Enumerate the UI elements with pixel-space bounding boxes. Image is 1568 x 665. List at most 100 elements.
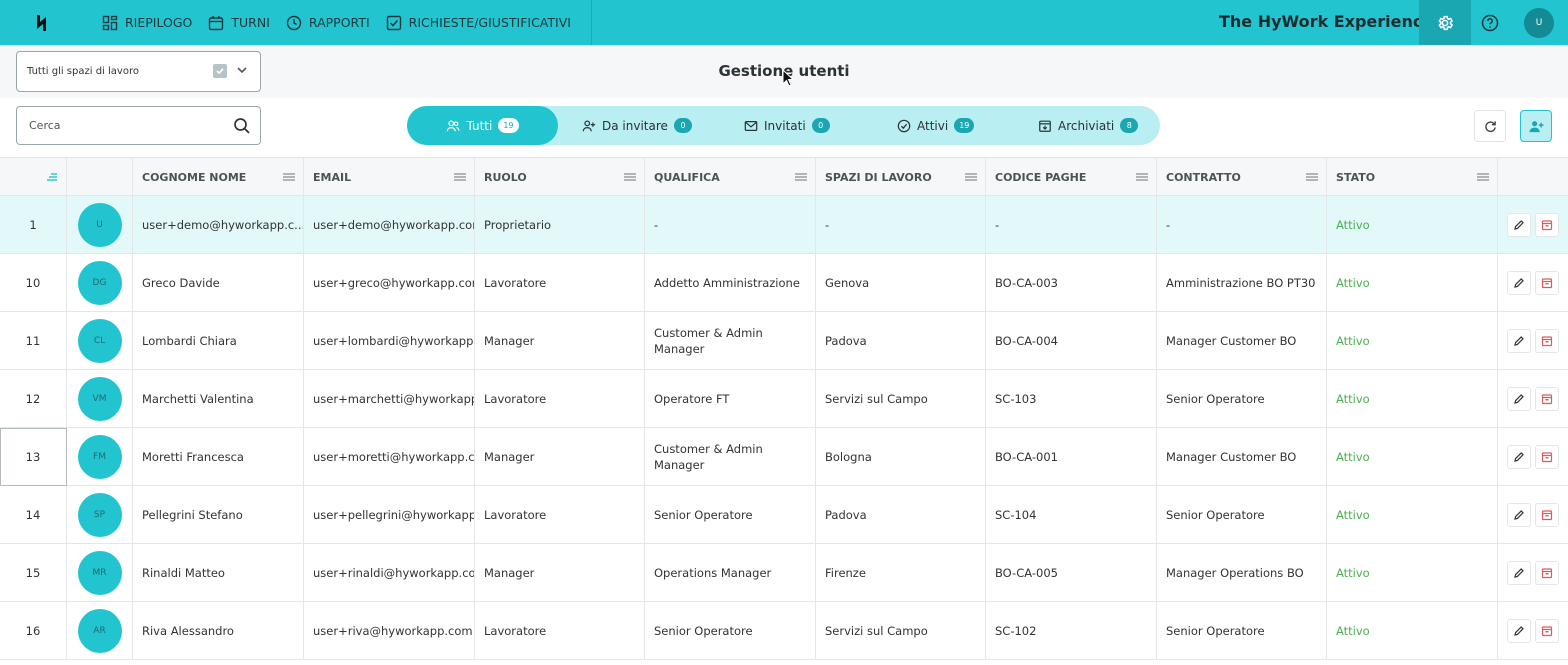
avatar-cell[interactable]: SP (67, 486, 133, 544)
user-contract-cell[interactable]: Senior Operatore (1157, 486, 1327, 544)
column-menu-icon[interactable] (1477, 173, 1489, 181)
avatar-cell[interactable]: AR (67, 602, 133, 660)
help-button[interactable] (1479, 12, 1501, 34)
table-row[interactable]: 11 CL Lombardi Chiara user+lombardi@hyworka… (0, 312, 1568, 370)
user-email-cell[interactable]: user+moretti@hyworkapp.com (304, 428, 475, 486)
edit-button[interactable] (1507, 213, 1531, 237)
settings-button[interactable] (1419, 0, 1471, 45)
user-name-cell[interactable]: Rinaldi Matteo (133, 544, 304, 602)
user-role-cell[interactable]: Manager (475, 312, 645, 370)
status-badge-cell[interactable]: Attivo (1327, 486, 1498, 544)
row-number-cell[interactable]: 16 (0, 602, 67, 660)
column-header-workspaces[interactable]: SPAZI DI LAVORO (816, 158, 986, 196)
edit-button[interactable] (1507, 561, 1531, 585)
user-qualification-cell[interactable]: Operatore FT (645, 370, 816, 428)
tab-tutti[interactable]: Tutti 19 (407, 106, 558, 145)
user-qualification-cell[interactable]: - (645, 196, 816, 254)
column-header-role[interactable]: RUOLO (475, 158, 645, 196)
hywork-logo[interactable] (0, 0, 86, 45)
sort-column-header[interactable] (0, 158, 67, 196)
sort-icon[interactable] (46, 172, 58, 182)
user-pay-code-cell[interactable]: BO-CA-005 (986, 544, 1157, 602)
search-input[interactable]: Cerca (16, 106, 261, 145)
user-contract-cell[interactable]: Senior Operatore (1157, 602, 1327, 660)
user-email-cell[interactable]: user+lombardi@hyworkapp.com (304, 312, 475, 370)
user-workspace-cell[interactable]: Padova (816, 312, 986, 370)
user-name-cell[interactable]: Marchetti Valentina (133, 370, 304, 428)
user-contract-cell[interactable]: Manager Customer BO (1157, 312, 1327, 370)
user-workspace-cell[interactable]: - (816, 196, 986, 254)
archive-button[interactable] (1535, 445, 1559, 469)
avatar-cell[interactable]: VM (67, 370, 133, 428)
user-qualification-cell[interactable]: Addetto Amministrazione (645, 254, 816, 312)
refresh-button[interactable] (1474, 110, 1506, 142)
user-pay-code-cell[interactable]: SC-104 (986, 486, 1157, 544)
archive-button[interactable] (1535, 271, 1559, 295)
user-workspace-cell[interactable]: Firenze (816, 544, 986, 602)
user-email-cell[interactable]: user+greco@hyworkapp.com (304, 254, 475, 312)
user-role-cell[interactable]: Lavoratore (475, 486, 645, 544)
column-header-email[interactable]: EMAIL (304, 158, 475, 196)
user-qualification-cell[interactable]: Senior Operatore (645, 486, 816, 544)
tab-invitati[interactable]: Invitati 0 (744, 106, 830, 145)
status-badge-cell[interactable]: Attivo (1327, 312, 1498, 370)
edit-button[interactable] (1507, 271, 1531, 295)
row-number-cell[interactable]: 12 (0, 370, 67, 428)
user-pay-code-cell[interactable]: SC-102 (986, 602, 1157, 660)
column-menu-icon[interactable] (1306, 173, 1318, 181)
user-email-cell[interactable]: user+pellegrini@hyworkapp.com (304, 486, 475, 544)
column-menu-icon[interactable] (624, 173, 636, 181)
column-menu-icon[interactable] (965, 173, 977, 181)
user-role-cell[interactable]: Proprietario (475, 196, 645, 254)
user-contract-cell[interactable]: Amministrazione BO PT30 (1157, 254, 1327, 312)
user-workspace-cell[interactable]: Servizi sul Campo (816, 370, 986, 428)
search-icon[interactable] (233, 117, 251, 135)
user-pay-code-cell[interactable]: - (986, 196, 1157, 254)
user-role-cell[interactable]: Lavoratore (475, 254, 645, 312)
user-name-cell[interactable]: Riva Alessandro (133, 602, 304, 660)
user-contract-cell[interactable]: Senior Operatore (1157, 370, 1327, 428)
column-menu-icon[interactable] (454, 173, 466, 181)
user-email-cell[interactable]: user+demo@hyworkapp.com (304, 196, 475, 254)
user-name-cell[interactable]: Pellegrini Stefano (133, 486, 304, 544)
user-avatar[interactable]: U (1524, 8, 1554, 38)
column-menu-icon[interactable] (795, 173, 807, 181)
user-workspace-cell[interactable]: Servizi sul Campo (816, 602, 986, 660)
table-row[interactable]: 1 Uuser+demo@hyworkapp.c... user+demo@hywo… (0, 196, 1568, 254)
edit-button[interactable] (1507, 619, 1531, 643)
row-number-cell[interactable]: 15 (0, 544, 67, 602)
user-pay-code-cell[interactable]: BO-CA-001 (986, 428, 1157, 486)
user-email-cell[interactable]: user+marchetti@hyworkapp.com (304, 370, 475, 428)
user-name-cell[interactable]: Lombardi Chiara (133, 312, 304, 370)
status-badge-cell[interactable]: Attivo (1327, 196, 1498, 254)
row-number-cell[interactable]: 1 (0, 196, 67, 254)
column-menu-icon[interactable] (283, 173, 295, 181)
status-badge-cell[interactable]: Attivo (1327, 602, 1498, 660)
avatar-cell[interactable]: CL (67, 312, 133, 370)
user-contract-cell[interactable]: Manager Customer BO (1157, 428, 1327, 486)
user-qualification-cell[interactable]: Customer & Admin Manager (645, 428, 816, 486)
nav-rapporti[interactable]: RAPPORTI (278, 0, 378, 45)
user-workspace-cell[interactable]: Genova (816, 254, 986, 312)
avatar-cell[interactable]: U (67, 196, 133, 254)
user-qualification-cell[interactable]: Customer & Admin Manager (645, 312, 816, 370)
archive-button[interactable] (1535, 387, 1559, 411)
nav-riepilogo[interactable]: RIEPILOGO (94, 0, 200, 45)
user-name-cell[interactable]: Moretti Francesca (133, 428, 304, 486)
column-header-name[interactable]: COGNOME NOME (133, 158, 304, 196)
row-number-cell[interactable]: 11 (0, 312, 67, 370)
nav-richieste[interactable]: RICHIESTE/GIUSTIFICATIVI (378, 0, 579, 45)
user-workspace-cell[interactable]: Padova (816, 486, 986, 544)
edit-button[interactable] (1507, 445, 1531, 469)
user-name-cell[interactable]: user+demo@hyworkapp.c... (133, 196, 304, 254)
row-number-cell[interactable]: 14 (0, 486, 67, 544)
user-pay-code-cell[interactable]: SC-103 (986, 370, 1157, 428)
status-badge-cell[interactable]: Attivo (1327, 370, 1498, 428)
column-header-pay-code[interactable]: CODICE PAGHE (986, 158, 1157, 196)
edit-button[interactable] (1507, 503, 1531, 527)
user-pay-code-cell[interactable]: BO-CA-003 (986, 254, 1157, 312)
archive-button[interactable] (1535, 329, 1559, 353)
column-header-qualification[interactable]: QUALIFICA (645, 158, 816, 196)
archive-button[interactable] (1535, 561, 1559, 585)
user-qualification-cell[interactable]: Operations Manager (645, 544, 816, 602)
